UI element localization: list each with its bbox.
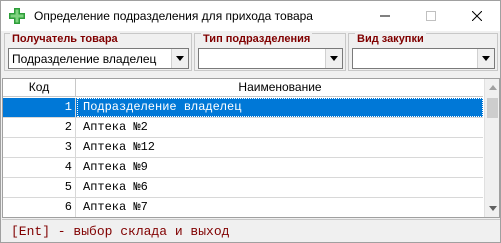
scroll-up-icon <box>489 85 497 90</box>
minimize-button[interactable] <box>362 1 408 31</box>
row-code: 3 <box>3 138 76 157</box>
row-name: Аптека №9 <box>83 160 148 174</box>
table-row[interactable]: 1 Подразделение владелец <box>3 98 483 118</box>
window-title: Определение подразделения для прихода то… <box>34 9 313 23</box>
column-header-name[interactable]: Наименование <box>77 79 483 97</box>
maximize-button[interactable] <box>408 1 454 31</box>
recipient-label: Получатель товара <box>10 33 120 46</box>
grid-rows: 1 Подразделение владелец 2 Аптека №2 3 А… <box>3 98 483 217</box>
row-code: 5 <box>3 178 76 197</box>
minimize-icon <box>380 15 390 17</box>
table-row[interactable]: 4 Аптека №9 <box>3 158 483 178</box>
table-row[interactable]: 5 Аптека №6 <box>3 178 483 198</box>
green-cross-pharmacy-icon <box>9 8 25 24</box>
row-code: 1 <box>3 98 76 117</box>
status-hint: [Ent] - выбор склада и выход <box>11 224 230 239</box>
row-name: Аптека №7 <box>83 200 148 214</box>
scroll-thumb[interactable] <box>487 98 498 118</box>
scroll-up-button[interactable] <box>485 79 499 96</box>
table-row[interactable]: 2 Аптека №2 <box>3 118 483 138</box>
recipient-dropdown-button[interactable] <box>171 49 188 68</box>
title-bar[interactable]: Определение подразделения для прихода то… <box>1 1 500 31</box>
recipient-group: Получатель товара Подразделение владелец <box>4 33 192 71</box>
scroll-down-icon <box>489 206 497 211</box>
status-bar: [Ent] - выбор склада и выход <box>2 219 500 242</box>
scroll-down-button[interactable] <box>485 200 499 217</box>
purchase-type-group: Вид закупки <box>348 33 498 71</box>
chevron-down-icon <box>482 56 490 61</box>
row-code: 2 <box>3 118 76 137</box>
close-button[interactable] <box>454 1 500 31</box>
purchase-type-select[interactable] <box>352 48 495 69</box>
column-header-code[interactable]: Код <box>3 79 76 97</box>
table-row[interactable]: 6 Аптека №7 <box>3 198 483 217</box>
close-icon <box>472 11 482 21</box>
maximize-icon <box>426 11 436 21</box>
dept-type-group: Тип подразделения <box>194 33 346 71</box>
row-name: Аптека №2 <box>83 120 148 134</box>
row-name: Аптека №6 <box>83 180 148 194</box>
row-code: 6 <box>3 198 76 217</box>
vertical-scrollbar[interactable] <box>484 79 499 217</box>
dialog-window: Определение подразделения для прихода то… <box>0 0 501 243</box>
row-code: 4 <box>3 158 76 177</box>
table-row[interactable]: 3 Аптека №12 <box>3 138 483 158</box>
row-name: Подразделение владелец <box>77 98 483 117</box>
purchase-type-label: Вид закупки <box>355 33 426 46</box>
departments-grid[interactable]: Код Наименование 1 Подразделение владеле… <box>2 78 500 218</box>
recipient-value: Подразделение владелец <box>12 52 157 66</box>
dept-type-dropdown-button[interactable] <box>325 49 342 68</box>
grid-header: Код Наименование <box>3 79 483 97</box>
recipient-select[interactable]: Подразделение владелец <box>8 48 189 69</box>
chevron-down-icon <box>176 56 184 61</box>
dept-type-select[interactable] <box>198 48 343 69</box>
filter-panel: Получатель товара Подразделение владелец… <box>1 31 500 73</box>
purchase-type-dropdown-button[interactable] <box>477 49 494 68</box>
dept-type-label: Тип подразделения <box>201 33 313 46</box>
row-name: Аптека №12 <box>83 140 156 154</box>
chevron-down-icon <box>330 56 338 61</box>
